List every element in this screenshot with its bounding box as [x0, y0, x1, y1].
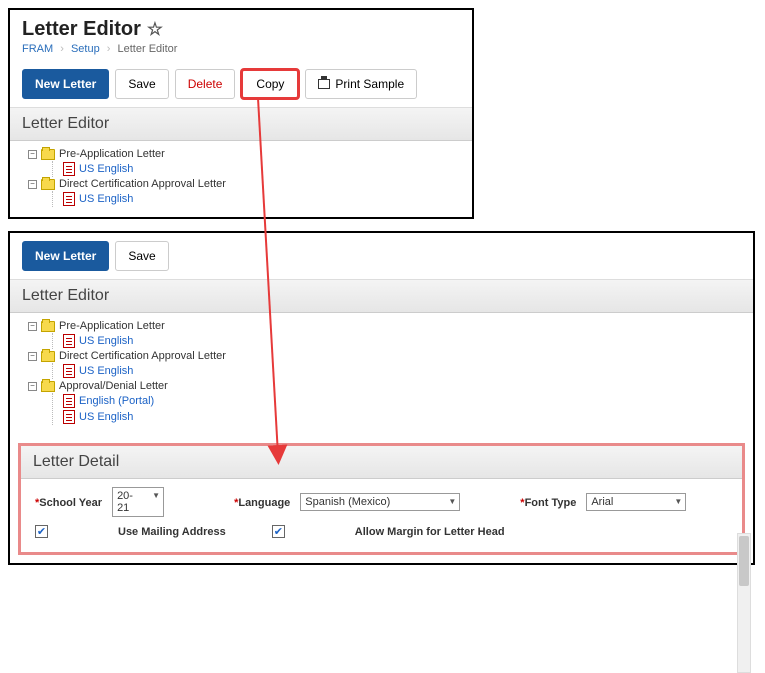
- tree-item-label: US English: [79, 365, 133, 377]
- bottom-tree: − Pre-Application Letter US English − Di…: [10, 313, 753, 435]
- tree-item-english-portal[interactable]: English (Portal): [63, 393, 733, 409]
- top-tree: − Pre-Application Letter US English − Di…: [10, 141, 472, 217]
- top-toolbar: New Letter Save Delete Copy Print Sample: [10, 61, 472, 107]
- tree-folder-approval-denial[interactable]: − Approval/Denial Letter: [28, 379, 733, 393]
- folder-icon: [41, 351, 55, 362]
- breadcrumb-setup[interactable]: Setup: [71, 43, 100, 55]
- tree-item-us-english[interactable]: US English: [63, 161, 462, 177]
- letter-detail-box: Letter Detail *School Year 20-21 *Langua…: [18, 443, 745, 555]
- tree-folder-direct-cert[interactable]: − Direct Certification Approval Letter: [28, 177, 462, 191]
- tree-item-label: US English: [79, 193, 133, 205]
- breadcrumb: FRAM › Setup › Letter Editor: [22, 43, 460, 55]
- save-button[interactable]: Save: [115, 69, 168, 99]
- tree-item-us-english[interactable]: US English: [63, 333, 733, 349]
- document-icon: [63, 364, 75, 378]
- tree-toggle-icon[interactable]: −: [28, 382, 37, 391]
- document-icon: [63, 334, 75, 348]
- save-button[interactable]: Save: [115, 241, 168, 271]
- bottom-toolbar: New Letter Save: [10, 233, 753, 279]
- page-title: Letter Editor ☆: [22, 18, 460, 41]
- tree-item-label: English (Portal): [79, 395, 154, 407]
- letter-detail-title: Letter Detail: [21, 446, 742, 479]
- tree-folder-pre-application[interactable]: − Pre-Application Letter: [28, 319, 733, 333]
- school-year-select[interactable]: 20-21: [112, 487, 164, 517]
- breadcrumb-current: Letter Editor: [118, 43, 178, 55]
- tree-toggle-icon[interactable]: −: [28, 322, 37, 331]
- language-value: Spanish (Mexico): [305, 496, 390, 508]
- scrollbar-thumb[interactable]: [739, 536, 749, 586]
- tree-folder-direct-cert[interactable]: − Direct Certification Approval Letter: [28, 349, 733, 363]
- detail-form-row-1: *School Year 20-21 *Language Spanish (Me…: [21, 479, 742, 519]
- tree-scrollbar[interactable]: [737, 533, 751, 673]
- use-mailing-checkbox[interactable]: [35, 525, 48, 538]
- tree-folder-pre-application[interactable]: − Pre-Application Letter: [28, 147, 462, 161]
- folder-icon: [41, 149, 55, 160]
- section-letter-editor: Letter Editor: [10, 279, 753, 313]
- tree-folder-label: Pre-Application Letter: [59, 148, 165, 160]
- copy-button[interactable]: Copy: [241, 69, 299, 99]
- tree-toggle-icon[interactable]: −: [28, 150, 37, 159]
- print-sample-label: Print Sample: [335, 77, 404, 91]
- top-panel: Letter Editor ☆ FRAM › Setup › Letter Ed…: [8, 8, 474, 219]
- language-select[interactable]: Spanish (Mexico): [300, 493, 460, 511]
- delete-button[interactable]: Delete: [175, 69, 236, 99]
- page-title-text: Letter Editor: [22, 18, 141, 41]
- folder-icon: [41, 179, 55, 190]
- font-type-label: *Font Type: [520, 495, 576, 509]
- new-letter-button[interactable]: New Letter: [22, 69, 109, 99]
- folder-icon: [41, 321, 55, 332]
- school-year-label: *School Year: [35, 495, 102, 509]
- bottom-panel: New Letter Save Letter Editor − Pre-Appl…: [8, 231, 755, 565]
- tree-item-label: US English: [79, 163, 133, 175]
- document-icon: [63, 192, 75, 206]
- font-type-select[interactable]: Arial: [586, 493, 686, 511]
- tree-item-us-english[interactable]: US English: [63, 363, 733, 379]
- section-letter-editor: Letter Editor: [10, 107, 472, 141]
- breadcrumb-fram[interactable]: FRAM: [22, 43, 53, 55]
- tree-toggle-icon[interactable]: −: [28, 352, 37, 361]
- breadcrumb-sep-icon: ›: [60, 43, 64, 55]
- language-label: *Language: [234, 495, 290, 509]
- tree-toggle-icon[interactable]: −: [28, 180, 37, 189]
- tree-item-label: US English: [79, 335, 133, 347]
- print-sample-button[interactable]: Print Sample: [305, 69, 417, 99]
- allow-margin-checkbox[interactable]: [272, 525, 285, 538]
- printer-icon: [318, 79, 330, 89]
- tree-item-us-english[interactable]: US English: [63, 409, 733, 425]
- new-letter-button[interactable]: New Letter: [22, 241, 109, 271]
- folder-icon: [41, 381, 55, 392]
- tree-folder-label: Pre-Application Letter: [59, 320, 165, 332]
- allow-margin-label: Allow Margin for Letter Head: [355, 526, 505, 538]
- font-type-value: Arial: [591, 496, 613, 508]
- tree-folder-label: Direct Certification Approval Letter: [59, 178, 226, 190]
- tree-item-label: US English: [79, 411, 133, 423]
- school-year-value: 20-21: [117, 490, 145, 514]
- tree-folder-label: Approval/Denial Letter: [59, 380, 168, 392]
- breadcrumb-sep-icon: ›: [107, 43, 111, 55]
- favorite-star-icon[interactable]: ☆: [147, 19, 163, 40]
- tree-item-us-english[interactable]: US English: [63, 191, 462, 207]
- document-icon: [63, 162, 75, 176]
- use-mailing-label: Use Mailing Address: [118, 526, 226, 538]
- tree-folder-label: Direct Certification Approval Letter: [59, 350, 226, 362]
- document-icon: [63, 410, 75, 424]
- detail-form-row-2: Use Mailing Address Allow Margin for Let…: [21, 519, 742, 542]
- document-icon: [63, 394, 75, 408]
